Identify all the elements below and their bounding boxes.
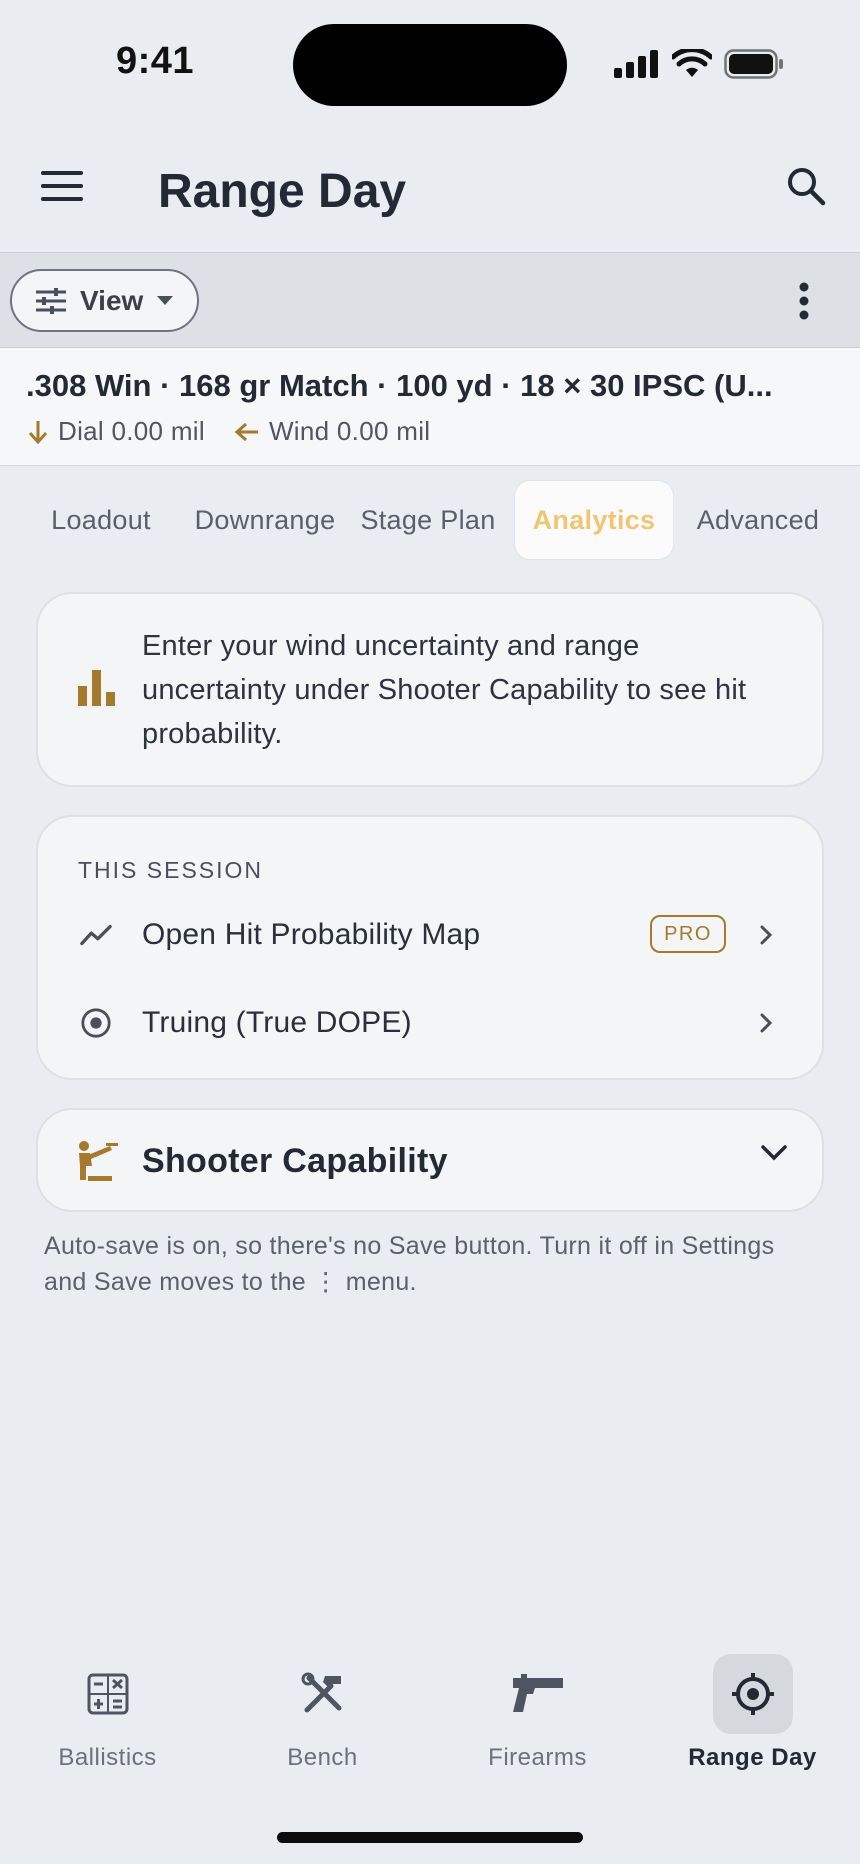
nav-range-day[interactable]: Range Day xyxy=(645,1636,860,1786)
view-button[interactable]: View xyxy=(10,269,199,332)
cellular-signal-icon xyxy=(614,50,658,78)
hamburger-menu-icon xyxy=(41,171,83,201)
nav-label: Bench xyxy=(287,1744,358,1771)
arrow-down-icon xyxy=(28,420,48,444)
tab-bar: Loadout Downrange Stage Plan Analytics A… xyxy=(0,480,860,560)
status-icons xyxy=(614,44,784,84)
load-summary[interactable]: .308 Win · 168 gr Match · 100 yd · 18 × … xyxy=(0,348,860,466)
tools-icon xyxy=(283,1654,363,1734)
battery-icon xyxy=(724,49,783,79)
autosave-note: Auto-save is on, so there's no Save butt… xyxy=(44,1232,775,1296)
load-summary-meta: Dial 0.00 mil Wind 0.00 mil xyxy=(28,416,460,447)
row-label: Truing (True DOPE) xyxy=(142,1006,412,1039)
nav-ballistics[interactable]: Ballistics xyxy=(0,1636,215,1786)
calculator-icon xyxy=(68,1654,148,1734)
load-summary-title: .308 Win · 168 gr Match · 100 yd · 18 × … xyxy=(26,368,773,403)
shooter-capability-card[interactable]: Shooter Capability xyxy=(36,1108,824,1212)
view-button-label: View xyxy=(80,284,144,316)
nav-firearms[interactable]: Firearms xyxy=(430,1636,645,1786)
section-label: THIS SESSION xyxy=(78,857,264,883)
menu-button[interactable] xyxy=(34,158,90,214)
page-title: Range Day xyxy=(158,165,407,218)
home-indicator xyxy=(277,1832,583,1843)
truing-row[interactable]: Truing (True DOPE) xyxy=(38,983,826,1063)
dial-readout: Dial 0.00 mil xyxy=(28,416,205,447)
arrow-left-icon xyxy=(234,422,258,441)
dial-value: Dial 0.00 mil xyxy=(58,416,205,446)
wind-readout: Wind 0.00 mil xyxy=(234,416,431,447)
nav-label: Range Day xyxy=(688,1744,817,1771)
crosshair-icon xyxy=(713,1654,793,1734)
info-text: Enter your wind uncertainty and range un… xyxy=(142,630,747,750)
tab-loadout[interactable]: Loadout xyxy=(36,480,166,560)
tab-analytics[interactable]: Analytics xyxy=(514,480,674,560)
chevron-right-icon xyxy=(750,1007,782,1039)
toolbar: View xyxy=(0,252,860,348)
tune-icon xyxy=(36,287,66,314)
wifi-icon xyxy=(672,49,712,77)
pro-badge: PRO xyxy=(650,915,726,953)
wind-value: Wind 0.00 mil xyxy=(268,416,431,446)
open-hit-probability-map-row[interactable]: Open Hit Probability Map PRO xyxy=(38,895,826,975)
chevron-right-icon xyxy=(750,919,782,951)
tab-stage-plan[interactable]: Stage Plan xyxy=(352,480,504,560)
dynamic-island xyxy=(293,24,567,106)
target-circle-icon xyxy=(80,1007,112,1039)
search-button[interactable] xyxy=(778,158,834,214)
tab-downrange[interactable]: Downrange xyxy=(184,480,346,560)
more-options-button[interactable] xyxy=(780,273,828,329)
shooter-icon xyxy=(79,1141,118,1181)
app-bar: Range Day xyxy=(0,128,860,252)
bar-chart-icon xyxy=(78,670,115,706)
session-card: THIS SESSION Open Hit Probability Map PR… xyxy=(36,815,824,1080)
more-vertical-icon xyxy=(799,282,809,320)
trend-line-icon xyxy=(80,919,112,951)
status-time: 9:41 xyxy=(116,40,195,82)
row-label: Open Hit Probability Map xyxy=(142,918,481,951)
nav-bench[interactable]: Bench xyxy=(215,1636,430,1786)
tab-advanced[interactable]: Advanced xyxy=(684,480,832,560)
hit-probability-info-card: Enter your wind uncertainty and range un… xyxy=(36,592,824,787)
pistol-icon xyxy=(498,1654,578,1734)
nav-label: Firearms xyxy=(488,1744,587,1771)
nav-label: Ballistics xyxy=(58,1744,157,1771)
status-bar: 9:41 xyxy=(0,0,860,128)
bottom-navigation: Ballistics Bench Firearms Range Day xyxy=(0,1636,860,1786)
search-icon xyxy=(788,168,826,206)
chevron-down-icon xyxy=(761,1145,787,1161)
shooter-capability-title: Shooter Capability xyxy=(142,1142,448,1180)
caret-down-icon xyxy=(157,295,174,305)
